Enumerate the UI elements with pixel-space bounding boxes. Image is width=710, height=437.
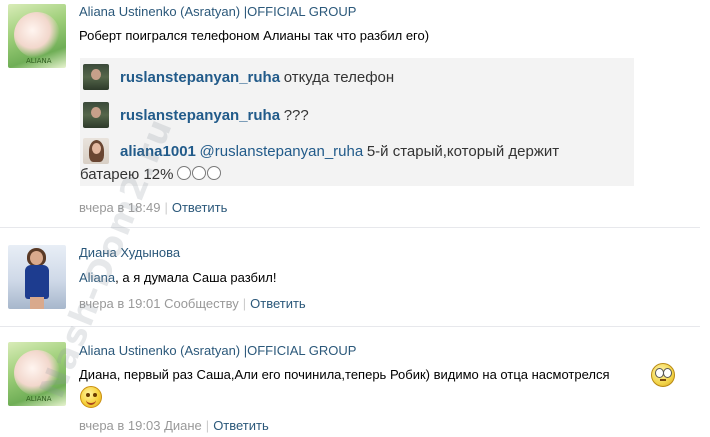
author-link[interactable]: Диана Худынова <box>79 245 180 260</box>
comment-body: , а я думала Саша разбил! <box>115 270 277 285</box>
divider <box>0 326 700 327</box>
avatar[interactable] <box>8 245 66 309</box>
avatar[interactable]: ALIANA <box>8 342 66 406</box>
grin-emoji-icon <box>192 166 207 180</box>
embedded-image[interactable]: ruslanstepanyan_ruha откуда телефон rusl… <box>80 58 634 186</box>
ig-text: 5-й старый,который держит <box>366 143 560 160</box>
comment-text: Роберт поигрался телефоном Алианы так чт… <box>79 28 430 43</box>
author-link[interactable]: Aliana Ustinenko (Asratyan) |OFFICIAL GR… <box>79 343 356 358</box>
avatar <box>83 64 109 90</box>
ig-username: ruslanstepanyan_ruha <box>120 107 281 124</box>
comment-meta: вчера в 18:49 | Ответить <box>79 200 228 215</box>
reply-link[interactable]: Ответить <box>172 200 228 215</box>
avatar-caption: ALIANA <box>26 57 52 65</box>
reply-link[interactable]: Ответить <box>213 418 269 433</box>
comment-text: Диана, первый раз Саша,Али его починила,… <box>79 367 610 382</box>
author-link[interactable]: Aliana Ustinenko (Asratyan) |OFFICIAL GR… <box>79 4 356 19</box>
avatar <box>83 138 109 164</box>
grin-emoji-icon <box>177 166 192 180</box>
timestamp[interactable]: вчера в 19:01 <box>79 296 160 311</box>
mention-link[interactable]: Aliana <box>79 270 115 285</box>
ig-username: ruslanstepanyan_ruha <box>120 69 281 86</box>
avatar[interactable]: ALIANA <box>8 4 66 68</box>
comment-meta: вчера в 19:01 Сообществу | Ответить <box>79 296 306 311</box>
reply-to: Сообществу <box>164 296 239 311</box>
smile-emoji-icon <box>80 386 102 408</box>
ig-mention: @ruslanstepanyan_ruha <box>199 143 364 160</box>
timestamp[interactable]: вчера в 19:03 <box>79 418 160 433</box>
reply-link[interactable]: Ответить <box>250 296 306 311</box>
ig-text: откуда телефон <box>283 69 395 86</box>
ig-text: батарею 12% <box>80 166 174 183</box>
avatar-caption: ALIANA <box>26 395 52 403</box>
rolling-eyes-emoji-icon <box>651 363 675 387</box>
ig-username: aliana1001 <box>120 143 196 160</box>
timestamp[interactable]: вчера в 18:49 <box>79 200 160 215</box>
ig-text: ??? <box>283 107 309 124</box>
reply-to: Диане <box>164 418 202 433</box>
divider <box>0 227 700 228</box>
grin-emoji-icon <box>207 166 222 180</box>
comment-meta: вчера в 19:03 Диане | Ответить <box>79 418 269 433</box>
avatar <box>83 102 109 128</box>
comment-text: Aliana, а я думала Саша разбил! <box>79 270 276 285</box>
